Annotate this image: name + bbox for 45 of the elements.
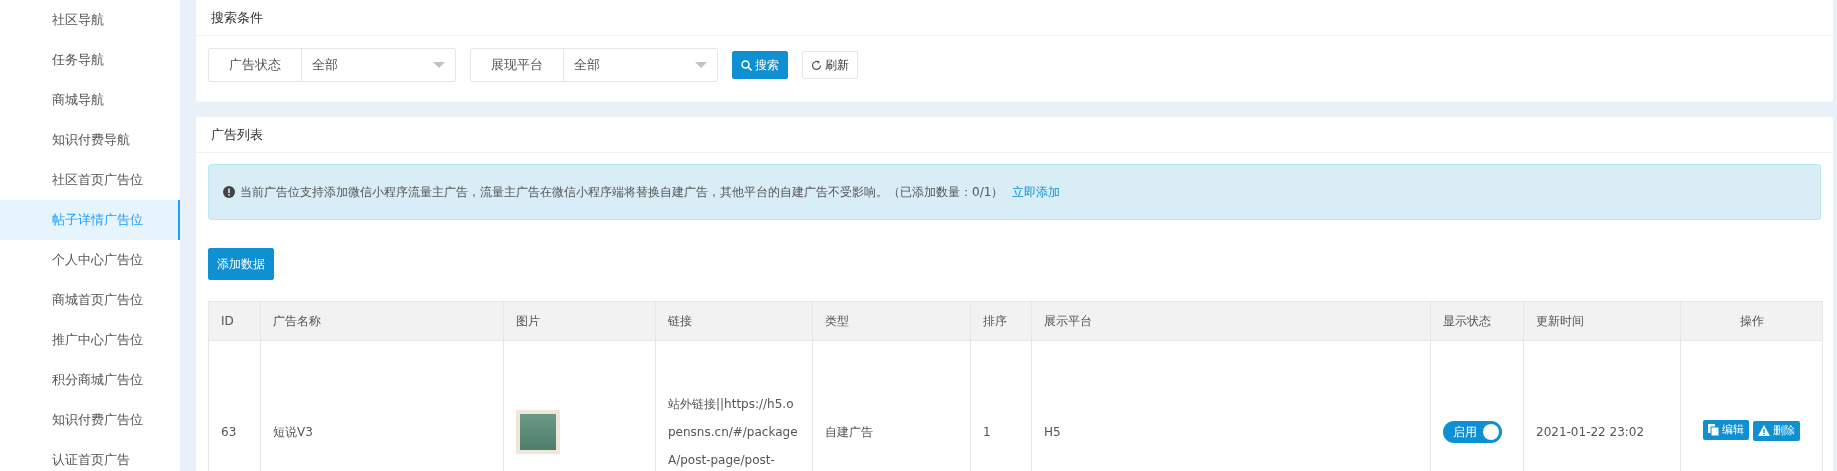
sidebar-item[interactable]: 社区首页广告位 <box>0 160 180 200</box>
sidebar-item[interactable]: 知识付费导航 <box>0 120 180 160</box>
dropdown-caret-icon <box>433 62 445 68</box>
column-header: 链接 <box>655 301 813 341</box>
search-button[interactable]: 搜索 <box>732 51 788 79</box>
sidebar-item[interactable]: 知识付费广告位 <box>0 400 180 440</box>
select-value: 全部 <box>302 49 455 81</box>
sidebar-item[interactable]: 商城导航 <box>0 80 180 120</box>
delete-button[interactable]: 删除 <box>1753 420 1800 441</box>
exclamation-icon <box>223 186 235 198</box>
column-header: 更新时间 <box>1523 301 1681 341</box>
column-header: 图片 <box>503 301 656 341</box>
sidebar-item[interactable]: 认证首页广告 <box>0 440 180 471</box>
sidebar-item[interactable]: 个人中心广告位 <box>0 240 180 280</box>
filter-label: 展现平台 <box>471 49 564 81</box>
sidebar-item[interactable]: 积分商城广告位 <box>0 360 180 400</box>
column-header: 操作 <box>1680 301 1823 341</box>
sidebar-item[interactable]: 社区导航 <box>0 0 180 40</box>
column-header: 显示状态 <box>1430 301 1524 341</box>
warning-icon <box>1758 425 1770 436</box>
column-header: ID <box>208 301 261 341</box>
column-header: 排序 <box>970 301 1032 341</box>
copy-icon <box>1708 424 1719 436</box>
filter-label: 广告状态 <box>209 49 302 81</box>
edit-button[interactable]: 编辑 <box>1703 420 1749 440</box>
column-header: 类型 <box>812 301 971 341</box>
panel-title: 广告列表 <box>196 117 1833 153</box>
sidebar-item[interactable]: 任务导航 <box>0 40 180 80</box>
filter-select[interactable]: 展现平台 全部 <box>470 48 718 82</box>
thumbnail-image <box>516 410 560 454</box>
panel-title: 搜索条件 <box>196 0 1833 36</box>
notice-text: 当前广告位支持添加微信小程序流量主广告，流量主广告在微信小程序端将替换自建广告，其他平台的自建广告不受影响。（已添加数量：0/1） <box>240 183 1004 201</box>
column-header: 展示平台 <box>1031 301 1431 341</box>
table-cell: 63 <box>208 340 261 471</box>
search-icon <box>741 59 752 71</box>
sidebar-item[interactable]: 推广中心广告位 <box>0 320 180 360</box>
refresh-icon <box>811 59 822 71</box>
status-toggle[interactable]: 启用 <box>1443 421 1502 443</box>
dropdown-caret-icon <box>695 62 707 68</box>
column-header: 广告名称 <box>260 301 504 341</box>
sidebar-item[interactable]: 商城首页广告位 <box>0 280 180 320</box>
add-data-button[interactable]: 添加数据 <box>208 248 274 280</box>
filter-select[interactable]: 广告状态 全部 <box>208 48 456 82</box>
refresh-button[interactable]: 刷新 <box>802 51 858 79</box>
select-value: 全部 <box>564 49 717 81</box>
